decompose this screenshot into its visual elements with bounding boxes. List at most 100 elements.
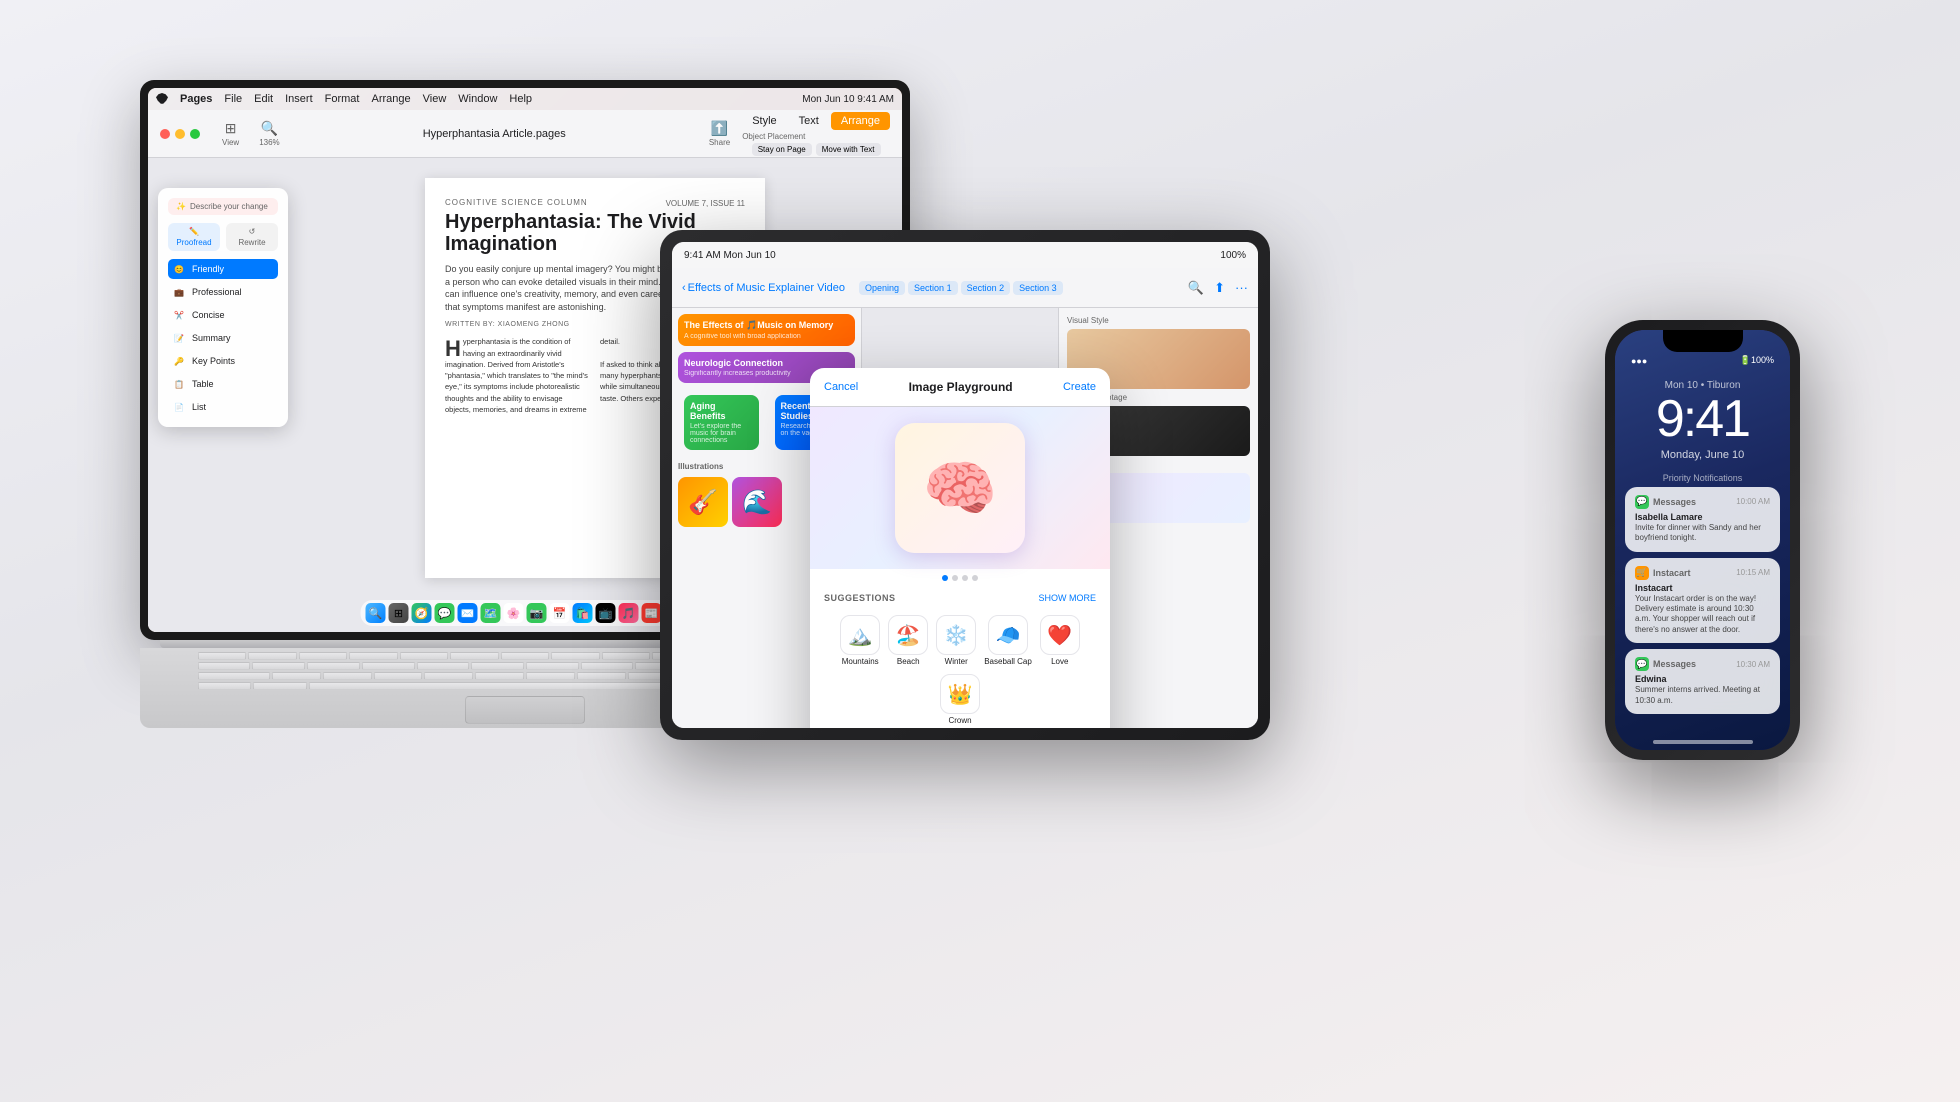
maximize-button[interactable] bbox=[190, 129, 200, 139]
toolbar-share-btn[interactable]: ⬆️ Share bbox=[703, 118, 736, 149]
toolbar-zoom-btn[interactable]: 🔍 136% bbox=[253, 118, 285, 149]
ipad-share-icon[interactable]: ⬆ bbox=[1214, 280, 1225, 296]
suggestion-crown[interactable]: 👑 Crown bbox=[940, 674, 980, 725]
dock-mail[interactable]: ✉️ bbox=[458, 603, 478, 623]
macbook-trackpad[interactable] bbox=[465, 696, 585, 724]
dock-appletv[interactable]: 📺 bbox=[596, 603, 616, 623]
illustration-2[interactable]: 🌊 bbox=[732, 477, 782, 527]
proofread-button[interactable]: ✏️ Proofread bbox=[168, 223, 220, 251]
iphone-signal-icon: ●●● bbox=[1631, 356, 1647, 366]
section-card-music-memory[interactable]: The Effects of 🎵Music on Memory A cognit… bbox=[678, 314, 855, 346]
rewrite-button[interactable]: ↺ Rewrite bbox=[226, 223, 278, 251]
move-with-text-btn[interactable]: Move with Text bbox=[816, 143, 881, 156]
apple-icon[interactable] bbox=[156, 93, 168, 105]
menu-format[interactable]: Format bbox=[325, 93, 360, 105]
ipad-tab-opening[interactable]: Opening bbox=[859, 281, 905, 295]
menu-edit[interactable]: Edit bbox=[254, 93, 273, 105]
ai-option-keypoints[interactable]: 🔑 Key Points bbox=[168, 351, 278, 371]
key bbox=[248, 652, 297, 660]
suggestion-winter[interactable]: ❄️ Winter bbox=[936, 615, 976, 666]
iphone-home-bar[interactable] bbox=[1653, 740, 1753, 744]
menu-arrange[interactable]: Arrange bbox=[371, 93, 410, 105]
suggestion-baseball-cap[interactable]: 🧢 Baseball Cap bbox=[984, 615, 1032, 666]
key bbox=[349, 652, 398, 660]
dock-appstore[interactable]: 🛍️ bbox=[573, 603, 593, 623]
menu-view[interactable]: View bbox=[423, 93, 447, 105]
toolbar-view-btn[interactable]: ⊞ View bbox=[216, 118, 245, 149]
notification-edwina[interactable]: 💬 Messages 10:30 AM Edwina Summer intern… bbox=[1625, 649, 1780, 714]
text-tab[interactable]: Text bbox=[789, 112, 829, 130]
dot-3[interactable] bbox=[962, 575, 968, 581]
key bbox=[299, 652, 348, 660]
suggestions-grid: 🏔️ Mountains 🏖️ Beach ❄️ Winter bbox=[810, 609, 1110, 728]
illustration-1[interactable]: 🎸 bbox=[678, 477, 728, 527]
menu-window[interactable]: Window bbox=[458, 93, 497, 105]
suggestion-love[interactable]: ❤️ Love bbox=[1040, 615, 1080, 666]
ai-option-friendly[interactable]: 😊 Friendly bbox=[168, 259, 278, 279]
notif-header-0: 💬 Messages 10:00 AM bbox=[1635, 495, 1770, 509]
key bbox=[198, 672, 270, 680]
ipad-content: The Effects of 🎵Music on Memory A cognit… bbox=[672, 308, 1258, 728]
ipad-tab-section3[interactable]: Section 3 bbox=[1013, 281, 1063, 295]
priority-notifications-label: Priority Notifications bbox=[1625, 473, 1780, 483]
section-title-2: Aging Benefits bbox=[690, 401, 753, 421]
iphone-time-area: Mon 10 • Tiburon 9:41 Monday, June 10 bbox=[1615, 370, 1790, 461]
ipad: 9:41 AM Mon Jun 10 100% ‹ Effects of Mus… bbox=[660, 230, 1270, 740]
ai-option-concise[interactable]: ✂️ Concise bbox=[168, 305, 278, 325]
ipad-screen: 9:41 AM Mon Jun 10 100% ‹ Effects of Mus… bbox=[672, 242, 1258, 728]
show-more-button[interactable]: SHOW MORE bbox=[1039, 593, 1097, 603]
minimize-button[interactable] bbox=[175, 129, 185, 139]
ipad-more-icon[interactable]: ··· bbox=[1235, 280, 1248, 296]
modal-create-button[interactable]: Create bbox=[1063, 381, 1096, 393]
ai-option-list[interactable]: 📄 List bbox=[168, 397, 278, 417]
key bbox=[374, 672, 423, 680]
notification-isabella[interactable]: 💬 Messages 10:00 AM Isabella Lamare Invi… bbox=[1625, 487, 1780, 552]
dock-calendar[interactable]: 📅 bbox=[550, 603, 570, 623]
dock-finder[interactable]: 🔍 bbox=[366, 603, 386, 623]
suggestion-beach[interactable]: 🏖️ Beach bbox=[888, 615, 928, 666]
dock-music[interactable]: 🎵 bbox=[619, 603, 639, 623]
ipad-main-content: Cancel Image Playground Create 🧠 bbox=[862, 308, 1058, 728]
modal-cancel-button[interactable]: Cancel bbox=[824, 381, 858, 393]
dock-messages[interactable]: 💬 bbox=[435, 603, 455, 623]
dock-maps[interactable]: 🗺️ bbox=[481, 603, 501, 623]
menu-pages[interactable]: Pages bbox=[180, 93, 212, 105]
section-card-aging[interactable]: Aging Benefits Let's explore the music f… bbox=[684, 395, 759, 450]
menu-insert[interactable]: Insert bbox=[285, 93, 313, 105]
crown-icon: 👑 bbox=[940, 674, 980, 714]
baseball-cap-label: Baseball Cap bbox=[984, 657, 1032, 666]
menu-file[interactable]: File bbox=[224, 93, 242, 105]
close-button[interactable] bbox=[160, 129, 170, 139]
dot-1[interactable] bbox=[942, 575, 948, 581]
arrange-tab[interactable]: Arrange bbox=[831, 112, 890, 130]
dock-facetime[interactable]: 📷 bbox=[527, 603, 547, 623]
notif-body-1: Your Instacart order is on the way! Deli… bbox=[1635, 594, 1770, 636]
ai-option-professional[interactable]: 💼 Professional bbox=[168, 282, 278, 302]
dock-news[interactable]: 📰 bbox=[642, 603, 662, 623]
notif-title-1: Instacart bbox=[1635, 583, 1770, 593]
dock-launchpad[interactable]: ⊞ bbox=[389, 603, 409, 623]
notification-instacart[interactable]: 🛒 Instacart 10:15 AM Instacart Your Inst… bbox=[1625, 558, 1780, 644]
dock-photos[interactable]: 🌸 bbox=[504, 603, 524, 623]
suggestion-mountains[interactable]: 🏔️ Mountains bbox=[840, 615, 880, 666]
menu-help[interactable]: Help bbox=[509, 93, 532, 105]
app-toolbar: ⊞ View 🔍 136% Hyperphantasia Article.pag… bbox=[148, 110, 902, 158]
dot-2[interactable] bbox=[952, 575, 958, 581]
section-subtitle-2: Let's explore the music for brain connec… bbox=[690, 423, 753, 444]
ai-describe-input[interactable]: ✨ Describe your change bbox=[168, 198, 278, 215]
key bbox=[475, 672, 524, 680]
ipad-toolbar-icons: 🔍 ⬆ ··· bbox=[1188, 280, 1248, 296]
ipad-tab-section1[interactable]: Section 1 bbox=[908, 281, 958, 295]
ipad-back-button[interactable]: ‹ Effects of Music Explainer Video bbox=[682, 282, 845, 294]
style-tab[interactable]: Style bbox=[742, 112, 786, 130]
ipad-tab-section2[interactable]: Section 2 bbox=[961, 281, 1011, 295]
modal-preview-area: 🧠 bbox=[810, 407, 1110, 569]
dot-4[interactable] bbox=[972, 575, 978, 581]
stay-on-page-btn[interactable]: Stay on Page bbox=[752, 143, 812, 156]
ipad-search-icon[interactable]: 🔍 bbox=[1188, 280, 1204, 296]
key bbox=[551, 652, 600, 660]
ai-option-summary[interactable]: 📝 Summary bbox=[168, 328, 278, 348]
dock-safari[interactable]: 🧭 bbox=[412, 603, 432, 623]
ai-option-table[interactable]: 📋 Table bbox=[168, 374, 278, 394]
section-subtitle-0: A cognitive tool with broad application bbox=[684, 333, 849, 340]
